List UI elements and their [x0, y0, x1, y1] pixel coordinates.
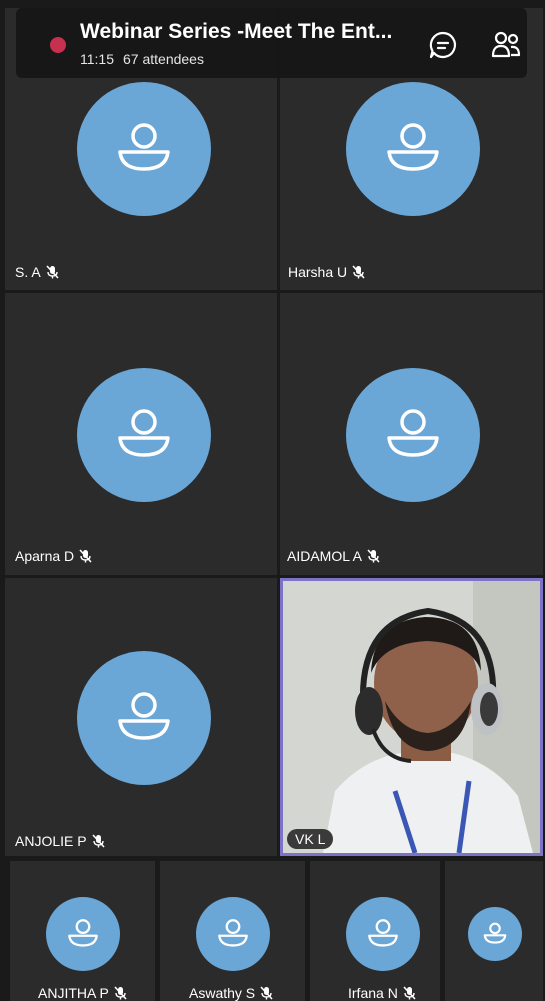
meeting-subtitle: 11:15 67 attendees	[80, 51, 204, 67]
mic-off-icon	[92, 834, 105, 848]
person-icon	[368, 919, 398, 947]
avatar	[346, 82, 480, 216]
person-icon	[118, 123, 170, 171]
participant-tile-anjolie-p[interactable]: ANJOLIE P	[5, 578, 277, 856]
avatar	[346, 897, 420, 971]
participant-name: Aswathy S	[189, 985, 273, 1001]
mic-off-icon	[79, 549, 92, 563]
participant-tile-aidamol-a[interactable]: AIDAMOL A	[280, 293, 543, 575]
strip-tile-irfana-n[interactable]: Irfana N	[310, 861, 440, 1001]
person-icon	[218, 919, 248, 947]
camera-feed	[283, 581, 540, 853]
participant-name: S. A	[15, 264, 59, 280]
mic-off-icon	[403, 986, 416, 1000]
participant-name: ANJOLIE P	[15, 833, 105, 849]
person-icon	[68, 919, 98, 947]
strip-tile-aswathy-s[interactable]: Aswathy S	[160, 861, 305, 1001]
avatar	[77, 651, 211, 785]
avatar	[77, 368, 211, 502]
participant-name: Harsha U	[288, 264, 365, 280]
participants-icon[interactable]	[490, 30, 522, 60]
attendee-count: 67 attendees	[123, 51, 204, 67]
chat-icon[interactable]	[428, 30, 458, 60]
person-icon	[483, 922, 507, 944]
participant-name: Aparna D	[15, 548, 92, 564]
participant-name: ANJITHA P	[38, 985, 127, 1001]
mic-off-icon	[367, 549, 380, 563]
participant-tile-aparna-d[interactable]: Aparna D	[5, 293, 277, 575]
participant-name: AIDAMOL A	[287, 548, 380, 564]
meeting-title: Webinar Series -Meet The Ent...	[80, 20, 393, 43]
mic-off-icon	[352, 265, 365, 279]
person-icon	[118, 409, 170, 457]
avatar	[196, 897, 270, 971]
participant-name: VK L	[287, 829, 334, 849]
person-icon	[118, 692, 170, 740]
avatar	[46, 897, 120, 971]
person-icon	[387, 409, 439, 457]
participant-video-vk-l[interactable]: VK L	[280, 578, 543, 856]
avatar	[468, 907, 522, 961]
mic-off-icon	[114, 986, 127, 1000]
recording-dot	[50, 37, 66, 53]
strip-tile-more[interactable]	[445, 861, 543, 1001]
strip-tile-anjitha-p[interactable]: ANJITHA P	[10, 861, 155, 1001]
avatar	[346, 368, 480, 502]
person-icon	[387, 123, 439, 171]
mic-off-icon	[260, 986, 273, 1000]
participant-name: Irfana N	[348, 985, 416, 1001]
mic-off-icon	[46, 265, 59, 279]
meeting-header: Webinar Series -Meet The Ent... 11:15 67…	[16, 8, 527, 78]
avatar	[77, 82, 211, 216]
meeting-time: 11:15	[80, 51, 114, 67]
